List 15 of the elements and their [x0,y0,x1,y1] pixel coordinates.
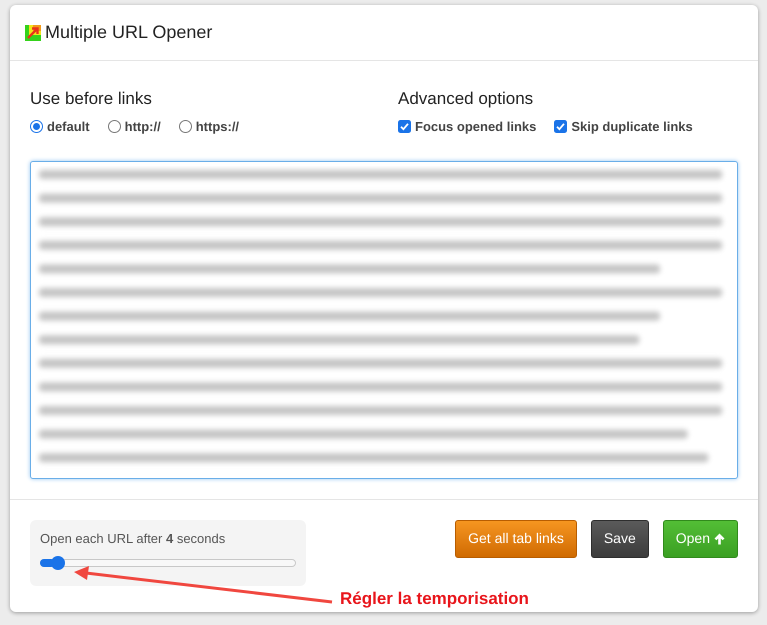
radio-option[interactable]: http:// [108,117,161,136]
app-logo-icon [25,24,41,40]
section-heading: Use before links [30,88,153,110]
delay-slider-track[interactable] [40,556,296,570]
arrow-up-icon [714,532,725,544]
radio-option[interactable]: default [30,117,90,136]
delay-label: Open each URL after 4 seconds [40,530,226,546]
radio-option[interactable]: https:// [178,117,240,136]
checkbox-option[interactable]: Skip duplicate links [554,117,693,136]
checkbox-option[interactable]: Focus opened links [398,117,536,136]
window-title: Multiple URL Opener [45,21,212,44]
section-heading: Advanced options [398,88,534,110]
slider-thumb[interactable] [51,556,66,570]
annotation-text: Régler la temporisation [340,588,529,610]
save-button[interactable]: Save [590,520,649,558]
